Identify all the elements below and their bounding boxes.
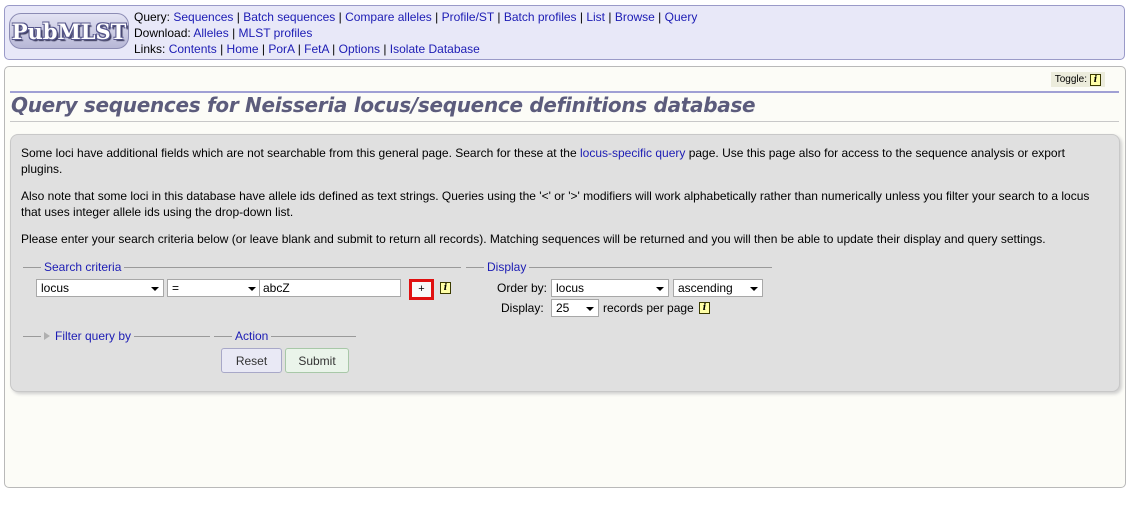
menu-link-options[interactable]: Options (339, 42, 380, 56)
submit-button[interactable]: Submit (285, 348, 349, 373)
menu-separator: | (605, 10, 615, 24)
menu-link-mlst-profiles[interactable]: MLST profiles (239, 26, 313, 40)
query-links-row: Query: Sequences | Batch sequences | Com… (134, 9, 697, 25)
menu-link-isolate-database[interactable]: Isolate Database (390, 42, 480, 56)
query-box: Some loci have additional fields which a… (10, 134, 1120, 392)
download-links-row: Download: Alleles | MLST profiles (134, 25, 312, 41)
pubmlst-logo[interactable]: PubMLST (9, 13, 129, 49)
menu-link-batch-sequences[interactable]: Batch sequences (243, 10, 335, 24)
menu-link-pora[interactable]: PorA (268, 42, 294, 56)
intro-paragraph-3: Please enter your search criteria below … (21, 232, 1046, 246)
filter-fieldset: Filter query by (23, 328, 210, 348)
menu-link-compare-alleles[interactable]: Compare alleles (345, 10, 432, 24)
display-fieldset: Display (466, 259, 772, 327)
menu-separator: | (431, 10, 442, 24)
menu-link-list[interactable]: List (586, 10, 605, 24)
action-legend: Action (232, 328, 272, 344)
menu-separator: | (258, 42, 269, 56)
value-input[interactable]: abcZ (259, 279, 401, 297)
menu-link-query[interactable]: Query (665, 10, 698, 24)
menu-separator: | (335, 10, 346, 24)
chevron-down-icon (656, 287, 664, 291)
menu-separator: | (576, 10, 587, 24)
menu-separator: | (654, 10, 665, 24)
records-per-page-label: records per page (603, 301, 694, 315)
expand-triangle-icon (44, 332, 50, 340)
chevron-down-icon (248, 287, 256, 291)
order-by-label: Order by: (497, 281, 548, 295)
operator-select[interactable]: = (167, 279, 261, 297)
menu-separator: | (216, 42, 227, 56)
records-per-page-value: 25 (556, 301, 570, 315)
chevron-down-icon (750, 287, 758, 291)
field-select[interactable]: locus (36, 279, 164, 297)
page-title: Query sequences for Neisseria locus/sequ… (11, 93, 756, 117)
main-panel: Toggle: i Query sequences for Neisseria … (4, 66, 1126, 488)
order-by-value: locus (556, 281, 585, 295)
direction-select[interactable]: ascending (673, 279, 763, 297)
search-criteria-legend: Search criteria (41, 259, 125, 275)
toggle-info-icon[interactable]: i (1090, 73, 1101, 86)
display-legend: Display (484, 259, 530, 275)
menu-separator: | (380, 42, 390, 56)
direction-value: ascending (678, 281, 733, 295)
intro-paragraph-1: Some loci have additional fields which a… (21, 145, 1106, 177)
menu-separator: | (228, 26, 239, 40)
locus-specific-query-link[interactable]: locus-specific query (580, 146, 685, 160)
display-label: Display: (501, 301, 544, 315)
menu-link-batch-profiles[interactable]: Batch profiles (504, 10, 577, 24)
toggle-box: Toggle: i (1050, 72, 1105, 87)
add-row-button[interactable]: + (409, 279, 434, 300)
order-by-select[interactable]: locus (551, 279, 669, 297)
operator-select-value: = (172, 281, 180, 295)
records-per-page-select[interactable]: 25 (551, 299, 599, 317)
menu-link-feta[interactable]: FetA (304, 42, 329, 56)
search-info-icon[interactable]: i (440, 282, 451, 294)
menu-link-alleles[interactable]: Alleles (193, 26, 228, 40)
links-prefix: Links: (134, 42, 166, 56)
menu-link-sequences[interactable]: Sequences (173, 10, 233, 24)
logo-text: PubMLST (11, 18, 127, 44)
download-prefix: Download: (134, 26, 191, 40)
menu-separator: | (494, 10, 504, 24)
menu-link-browse[interactable]: Browse (615, 10, 655, 24)
top-menu: PubMLST Query: Sequences | Batch sequenc… (4, 5, 1125, 60)
menu-link-home[interactable]: Home (227, 42, 259, 56)
reset-button[interactable]: Reset (221, 348, 282, 373)
filter-legend-text: Filter query by (55, 329, 132, 343)
intro-paragraph-2: Also note that some loci in this databas… (21, 189, 1090, 219)
query-prefix: Query: (134, 10, 171, 24)
menu-link-profile-st[interactable]: Profile/ST (442, 10, 494, 24)
intro-text: Some loci have additional fields which a… (21, 146, 580, 160)
toggle-label: Toggle: (1054, 74, 1087, 85)
field-select-value: locus (41, 281, 70, 295)
title-underline (10, 121, 1119, 122)
chevron-down-icon (586, 307, 594, 311)
menu-link-contents[interactable]: Contents (169, 42, 217, 56)
menu-separator: | (294, 42, 305, 56)
filter-legend[interactable]: Filter query by (41, 328, 135, 344)
display-info-icon[interactable]: i (699, 302, 710, 314)
menu-separator: | (328, 42, 339, 56)
menu-separator: | (233, 10, 244, 24)
chevron-down-icon (151, 287, 159, 291)
other-links-row: Links: Contents | Home | PorA | FetA | O… (134, 41, 480, 57)
